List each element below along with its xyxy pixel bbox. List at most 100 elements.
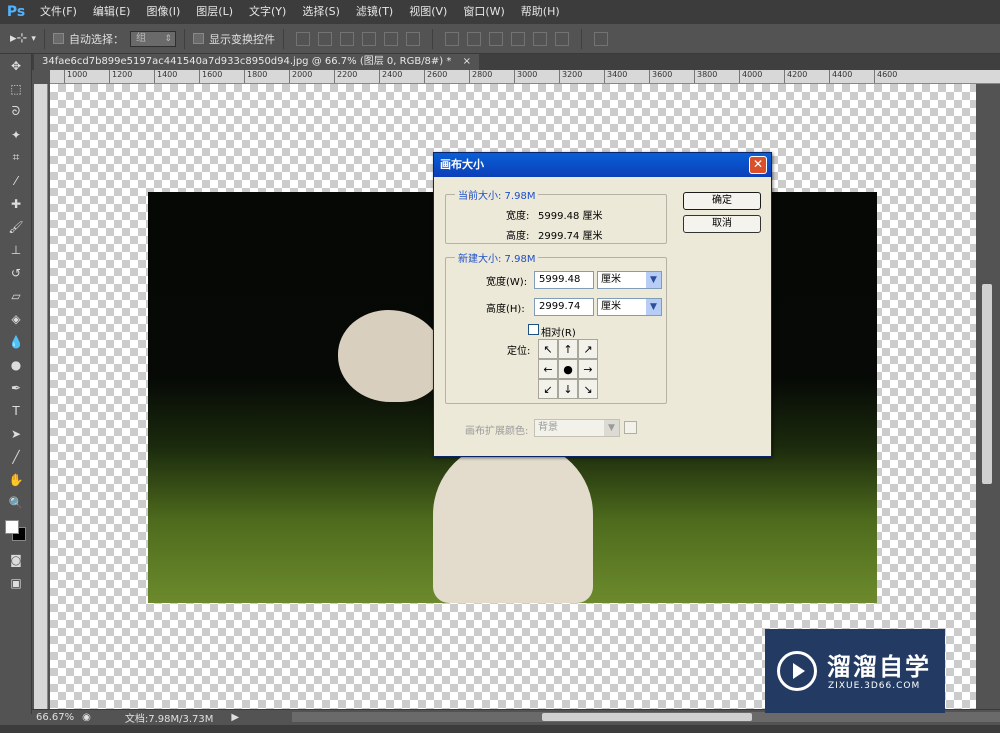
relative-checkbox[interactable] — [528, 324, 539, 335]
auto-select-checkbox[interactable] — [52, 33, 64, 44]
chevron-down-icon[interactable]: ▼ — [604, 420, 619, 436]
path-selection-tool-icon[interactable]: ➤ — [0, 422, 32, 445]
vertical-scroll-thumb[interactable] — [982, 284, 992, 484]
divider — [43, 28, 45, 49]
menu-item[interactable]: 编辑(E) — [85, 0, 139, 24]
auto-select-dropdown[interactable]: 组 — [129, 30, 176, 47]
distribute-vcenter-icon[interactable] — [466, 31, 481, 46]
options-bar: ▸⊹ ▾ 自动选择： 组 显示变换控件 — [0, 24, 1000, 54]
distribute-hcenter-icon[interactable] — [532, 31, 547, 46]
menu-item[interactable]: 选择(S) — [294, 0, 348, 24]
crop-tool-icon[interactable]: ⌗ — [0, 146, 32, 169]
status-menu-arrow-icon[interactable]: ▶ — [231, 712, 239, 723]
dialog-close-button[interactable]: ✕ — [749, 156, 767, 174]
move-tool-icon[interactable]: ✥ — [0, 54, 32, 77]
align-hcenter-icon[interactable] — [383, 31, 398, 46]
tool-preset-chevron-icon[interactable]: ▾ — [31, 34, 36, 44]
healing-brush-tool-icon[interactable]: ✚ — [0, 192, 32, 215]
ruler-tick-label: 3400 — [604, 70, 627, 83]
anchor-arrow-icon[interactable]: ↑ — [558, 339, 578, 359]
tab-close-icon[interactable]: × — [463, 56, 471, 67]
height-input[interactable]: 2999.74 — [534, 298, 594, 316]
zoom-level[interactable]: 66.67% — [36, 712, 74, 723]
show-transform-checkbox[interactable] — [192, 33, 204, 44]
paint-bucket-tool-icon[interactable]: ◈ — [0, 307, 32, 330]
chevron-down-icon[interactable]: ▼ — [646, 299, 661, 315]
distribute-left-icon[interactable] — [510, 31, 525, 46]
magic-wand-tool-icon[interactable]: ✦ — [0, 123, 32, 146]
move-tool-icon[interactable]: ▸⊹ — [10, 31, 27, 46]
foreground-color-swatch[interactable] — [5, 520, 19, 534]
anchor-arrow-icon[interactable]: → — [578, 359, 598, 379]
history-brush-tool-icon[interactable]: ↺ — [0, 261, 32, 284]
menu-item[interactable]: 图层(L) — [188, 0, 241, 24]
menu-item[interactable]: 文件(F) — [32, 0, 85, 24]
hand-tool-icon[interactable]: ✋ — [0, 468, 32, 491]
align-right-icon[interactable] — [405, 31, 420, 46]
zoom-tool-icon[interactable]: 🔍 — [0, 491, 32, 514]
horizontal-scrollbar[interactable] — [292, 712, 1000, 722]
menu-item[interactable]: 图像(I) — [138, 0, 188, 24]
ruler-tick-label: 2200 — [334, 70, 357, 83]
auto-select-label: 自动选择： — [68, 32, 124, 46]
menu-item[interactable]: 视图(V) — [401, 0, 455, 24]
watermark-subtitle: ZIXUE.3D66.COM — [828, 681, 921, 691]
anchor-arrow-icon[interactable]: ↗ — [578, 339, 598, 359]
ruler-tick-label: 3600 — [649, 70, 672, 83]
anchor-arrow-icon[interactable]: ↖ — [538, 339, 558, 359]
width-input[interactable]: 5999.48 — [534, 271, 594, 289]
bottom-panel-bar — [0, 725, 1000, 733]
current-size-group: 当前大小: 7.98M 宽度: 5999.48 厘米 高度: 2999.74 厘… — [445, 187, 667, 244]
anchor-arrow-icon[interactable]: ↘ — [578, 379, 598, 399]
status-info-icon[interactable]: ◉ — [82, 712, 91, 723]
dodge-tool-icon[interactable]: ● — [0, 353, 32, 376]
lasso-tool-icon[interactable]: ᘐ — [0, 100, 32, 123]
canvas-size-dialog: 画布大小 ✕ 当前大小: 7.98M 宽度: 5999.48 厘米 高度: 29… — [433, 152, 772, 457]
line-tool-icon[interactable]: ╱ — [0, 445, 32, 468]
height-unit-select[interactable]: 厘米 ▼ — [597, 298, 662, 316]
type-tool-icon[interactable]: T — [0, 399, 32, 422]
distribute-bottom-icon[interactable] — [488, 31, 503, 46]
distribute-right-icon[interactable] — [554, 31, 569, 46]
menu-item[interactable]: 文字(Y) — [241, 0, 294, 24]
anchor-arrow-icon[interactable]: ↙ — [538, 379, 558, 399]
clone-stamp-tool-icon[interactable]: ⊥ — [0, 238, 32, 261]
anchor-arrow-icon[interactable]: ↓ — [558, 379, 578, 399]
color-swatches-icon[interactable] — [0, 514, 32, 548]
quick-mask-icon[interactable]: ◙ — [0, 548, 32, 571]
distribute-top-icon[interactable] — [444, 31, 459, 46]
menu-item[interactable]: 窗口(W) — [455, 0, 512, 24]
horizontal-scroll-thumb[interactable] — [542, 713, 752, 721]
menu-item[interactable]: 滤镜(T) — [348, 0, 401, 24]
current-height-label: 高度: — [506, 231, 530, 242]
anchor-arrow-icon[interactable]: ← — [538, 359, 558, 379]
document-tab-title: 34fae6cd7b899e5197ac441540a7d933c8950d94… — [42, 56, 452, 67]
cancel-button[interactable]: 取消 — [683, 215, 761, 233]
align-left-icon[interactable] — [361, 31, 376, 46]
marquee-tool-icon[interactable]: ⬚ — [0, 77, 32, 100]
screen-mode-icon[interactable]: ▣ — [0, 571, 32, 594]
brush-tool-icon[interactable]: 🖌 — [0, 215, 32, 238]
anchor-center-icon[interactable]: ● — [558, 359, 578, 379]
dog-head-shape — [338, 310, 443, 402]
auto-align-icon[interactable] — [593, 31, 608, 46]
extension-color-label: 画布扩展颜色: — [465, 426, 529, 437]
align-top-icon[interactable] — [295, 31, 310, 46]
ruler-tick-label: 2000 — [289, 70, 312, 83]
extension-color-select[interactable]: 背景 ▼ — [534, 419, 620, 437]
photoshop-logo: Ps — [6, 4, 26, 20]
document-tab[interactable]: 34fae6cd7b899e5197ac441540a7d933c8950d94… — [34, 54, 479, 70]
menu-item[interactable]: 帮助(H) — [513, 0, 568, 24]
extension-color-swatch[interactable] — [624, 421, 637, 434]
eraser-tool-icon[interactable]: ▱ — [0, 284, 32, 307]
ok-button[interactable]: 确定 — [683, 192, 761, 210]
width-unit-select[interactable]: 厘米 ▼ — [597, 271, 662, 289]
blur-tool-icon[interactable]: 💧 — [0, 330, 32, 353]
eyedropper-tool-icon[interactable]: ⁄ — [0, 169, 32, 192]
chevron-down-icon[interactable]: ▼ — [646, 272, 661, 288]
vertical-scrollbar[interactable] — [976, 84, 1000, 709]
align-vcenter-icon[interactable] — [317, 31, 332, 46]
relative-label: 相对(R) — [541, 328, 576, 339]
pen-tool-icon[interactable]: ✒ — [0, 376, 32, 399]
align-bottom-icon[interactable] — [339, 31, 354, 46]
